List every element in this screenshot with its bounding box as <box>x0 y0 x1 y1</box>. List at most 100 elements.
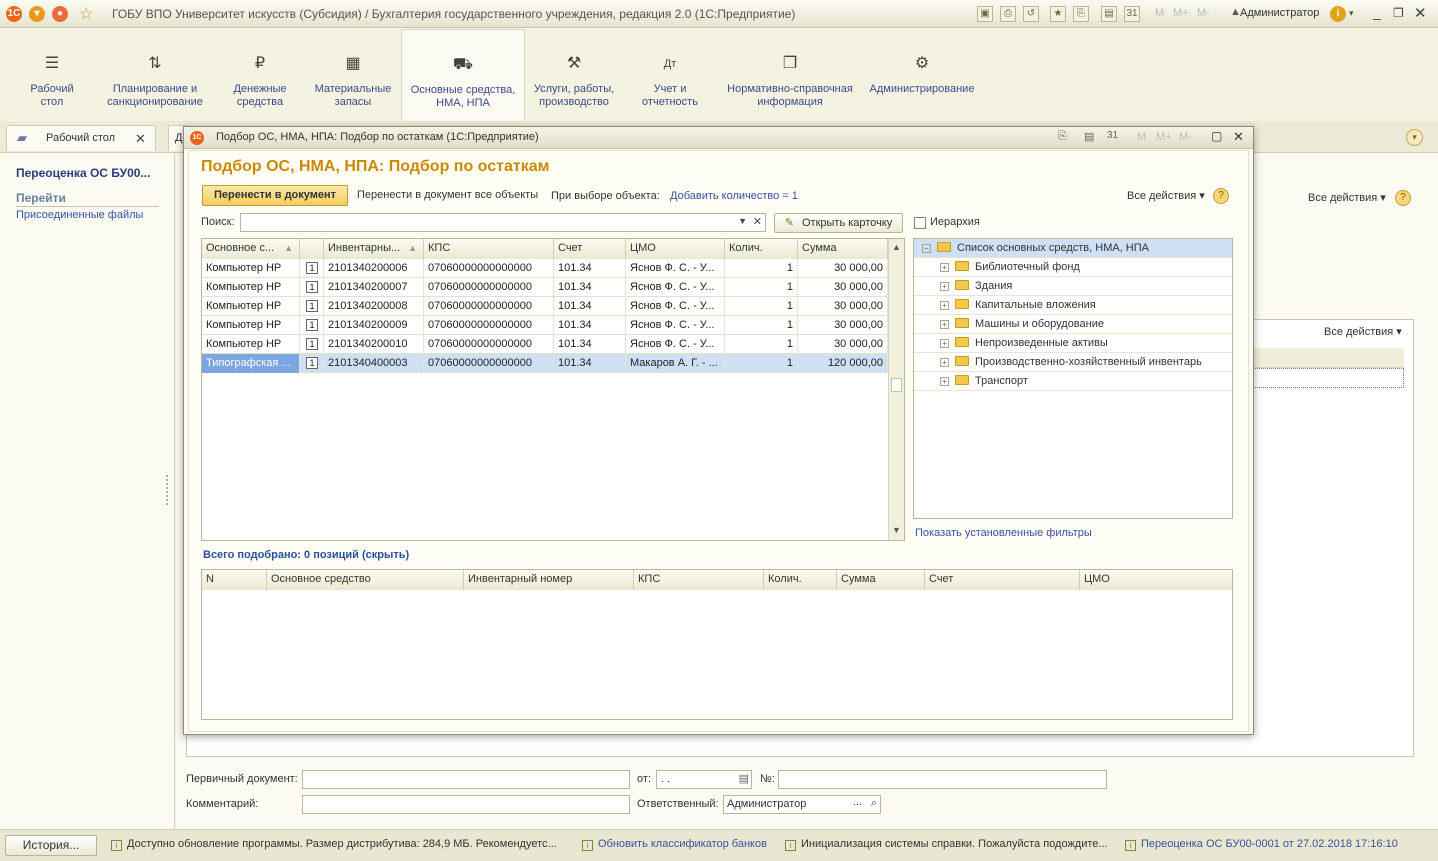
dialog-m[interactable]: M <box>1137 131 1146 143</box>
dialog-link-icon[interactable]: ⎘ <box>1058 130 1067 143</box>
primary-doc-input[interactable] <box>302 770 630 789</box>
history-button[interactable]: История... <box>5 835 97 856</box>
section-services[interactable]: ⚒ Услуги, работы, производство <box>528 29 620 121</box>
info-dropdown-icon[interactable]: ▾ <box>1349 8 1354 19</box>
sel-col-n[interactable]: N <box>202 570 267 590</box>
splitter-handle[interactable] <box>166 475 170 505</box>
dialog-help-icon[interactable]: ? <box>1213 188 1229 204</box>
expand-icon[interactable]: + <box>940 339 949 348</box>
hierarchy-checkbox[interactable] <box>914 217 926 229</box>
dialog-maximize-icon[interactable]: ▢ <box>1211 129 1222 143</box>
memory-m-minus[interactable]: M- <box>1197 7 1210 19</box>
doc-table-row[interactable] <box>1247 368 1404 388</box>
date-input[interactable]: . . ▤ <box>656 770 752 789</box>
minimize-icon[interactable]: _ <box>1373 4 1381 20</box>
close-window-icon[interactable]: ✕ <box>1414 4 1427 22</box>
link-icon[interactable]: ⎘ <box>1073 6 1089 22</box>
main-menu-icon[interactable]: ▾ <box>29 6 45 22</box>
col-cmo[interactable]: ЦМО <box>626 239 725 259</box>
sel-col-inventory[interactable]: Инвентарный номер <box>464 570 634 590</box>
tab-close-icon[interactable]: ✕ <box>135 131 146 147</box>
table-row[interactable]: Компьютер HP 1 2101340200007 07060000000000… <box>202 278 888 297</box>
col-asset[interactable]: Основное с... ▲ <box>202 239 300 259</box>
col-qty[interactable]: Колич. <box>725 239 798 259</box>
memory-m-plus[interactable]: M+ <box>1173 7 1189 19</box>
tree-item[interactable]: + Транспорт <box>914 372 1232 391</box>
sel-col-asset[interactable]: Основное средство <box>267 570 464 590</box>
calculator-icon[interactable]: ▤ <box>1101 6 1117 22</box>
collapse-icon[interactable]: − <box>922 244 931 253</box>
tabs-dropdown-icon[interactable]: ▾ <box>1406 129 1423 146</box>
section-reference[interactable]: ❐ Нормативно-справочная информация <box>724 29 856 121</box>
sel-col-account[interactable]: Счет <box>925 570 1080 590</box>
col-sum[interactable]: Сумма <box>798 239 888 259</box>
status-document-message[interactable]: i Переоценка ОС БУ00-0001 от 27.02.2018 1… <box>1125 838 1398 851</box>
attached-files-link[interactable]: Присоединенные файлы <box>16 209 143 221</box>
search-dropdown-icon[interactable]: ▼ <box>738 216 747 226</box>
expand-icon[interactable]: + <box>940 358 949 367</box>
tree-item[interactable]: + Капитальные вложения <box>914 296 1232 315</box>
col-kps[interactable]: КПС <box>424 239 554 259</box>
table-row[interactable]: Компьютер HP 1 2101340200009 07060000000000… <box>202 316 888 335</box>
scroll-down-icon[interactable]: ▼ <box>892 525 901 535</box>
responsible-input[interactable]: Администратор... ⌕ <box>723 795 881 814</box>
transfer-all-button[interactable]: Перенести в документ все объекты <box>357 189 538 201</box>
status-help-message[interactable]: i Инициализация системы справки. Пожалуйс… <box>785 838 1108 851</box>
section-cash[interactable]: ₽ Денежные средства <box>224 29 296 121</box>
add-quantity-link[interactable]: Добавить количество = 1 <box>670 190 798 202</box>
status-banks-message[interactable]: i Обновить классификатор банков <box>582 838 767 851</box>
tab-desktop[interactable]: ▰ Рабочий стол ✕ <box>6 125 156 151</box>
table-row[interactable]: Компьютер HP 1 2101340200006 07060000000000… <box>202 259 888 278</box>
dialog-m-minus[interactable]: M- <box>1179 131 1192 143</box>
sel-col-sum[interactable]: Сумма <box>837 570 925 590</box>
col-marker[interactable] <box>300 239 324 259</box>
expand-icon[interactable]: + <box>940 263 949 272</box>
expand-icon[interactable]: + <box>940 320 949 329</box>
close-app-icon[interactable]: ● <box>52 6 68 22</box>
tree-item[interactable]: + Производственно-хозяйственный инвентарь <box>914 353 1232 372</box>
print-icon[interactable]: ⎙ <box>1000 6 1016 22</box>
search-input[interactable]: ▼ ✕ <box>240 213 766 232</box>
scroll-up-icon[interactable]: ▲ <box>892 242 901 252</box>
expand-icon[interactable]: + <box>940 301 949 310</box>
favorites-star-icon[interactable]: ☆ <box>79 4 93 24</box>
show-filters-link[interactable]: Показать установленные фильтры <box>915 527 1092 539</box>
user-name[interactable]: Администратор <box>1240 7 1319 19</box>
favorites-add-icon[interactable]: ★ <box>1050 6 1066 22</box>
select-ellipsis-icon[interactable]: ... <box>853 796 862 808</box>
section-desktop[interactable]: ☰ Рабочий стол <box>14 29 90 121</box>
doc-help-icon[interactable]: ? <box>1395 190 1411 206</box>
calendar-icon[interactable]: 31 <box>1124 6 1140 22</box>
dialog-m-plus[interactable]: M+ <box>1156 131 1172 143</box>
sel-col-cmo[interactable]: ЦМО <box>1080 570 1232 590</box>
status-update-message[interactable]: i Доступно обновление программы. Размер д… <box>111 838 557 851</box>
tree-item[interactable]: + Библиотечный фонд <box>914 258 1232 277</box>
scroll-thumb[interactable] <box>891 378 902 392</box>
dialog-calendar-icon[interactable]: 31 <box>1107 130 1118 141</box>
search-icon[interactable]: ⌕ <box>871 797 877 810</box>
col-account[interactable]: Счет <box>554 239 626 259</box>
history-icon[interactable]: ↺ <box>1023 6 1039 22</box>
sel-col-kps[interactable]: КПС <box>634 570 764 590</box>
number-input[interactable] <box>778 770 1107 789</box>
section-accounting[interactable]: Дт Учет и отчетность <box>634 29 706 121</box>
calendar-icon[interactable]: ▤ <box>739 772 749 785</box>
tree-root[interactable]: − Список основных средств, НМА, НПА <box>914 239 1232 258</box>
search-clear-icon[interactable]: ✕ <box>753 215 762 228</box>
sel-col-qty[interactable]: Колич. <box>764 570 837 590</box>
info-icon[interactable]: i <box>1330 6 1346 22</box>
1c-logo-icon[interactable]: 1С <box>6 6 22 22</box>
col-inventory[interactable]: Инвентарны... ▲ <box>324 239 424 259</box>
transfer-button[interactable]: Перенести в документ <box>202 185 348 206</box>
list-scrollbar[interactable]: ▲ ▼ <box>888 239 904 540</box>
selected-summary[interactable]: Всего подобрано: 0 позиций (скрыть) <box>203 549 409 561</box>
section-admin[interactable]: ⚙ Администрирование <box>866 29 978 121</box>
expand-icon[interactable]: + <box>940 282 949 291</box>
table-row[interactable]: Компьютер HP 1 2101340200010 07060000000000… <box>202 335 888 354</box>
section-fixed-assets[interactable]: ⛟ Основные средства, НМА, НПА <box>401 29 525 121</box>
dialog-close-icon[interactable]: ✕ <box>1233 129 1244 145</box>
open-card-button[interactable]: ✎ Открыть карточку <box>774 213 903 233</box>
section-planning[interactable]: ⇅ Планирование и санкционирование <box>104 29 206 121</box>
doc-all-actions[interactable]: Все действия ▾ <box>1308 191 1386 204</box>
tree-item[interactable]: + Непроизведенные активы <box>914 334 1232 353</box>
